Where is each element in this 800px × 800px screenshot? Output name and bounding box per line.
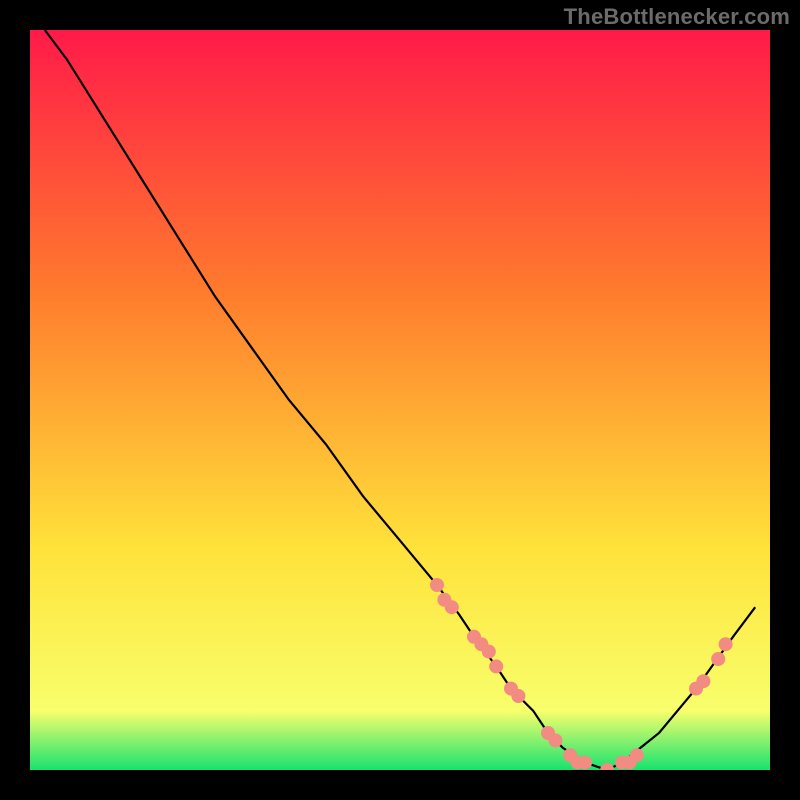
bottleneck-chart	[30, 30, 770, 770]
data-marker	[696, 674, 710, 688]
data-marker	[578, 756, 592, 770]
gradient-bg	[30, 30, 770, 770]
plot-area	[30, 30, 770, 770]
data-marker	[445, 600, 459, 614]
data-marker	[489, 659, 503, 673]
data-marker	[719, 637, 733, 651]
data-marker	[548, 733, 562, 747]
data-marker	[511, 689, 525, 703]
data-marker	[482, 645, 496, 659]
data-marker	[430, 578, 444, 592]
data-marker	[630, 748, 644, 762]
watermark: TheBottlenecker.com	[564, 4, 790, 30]
chart-frame: TheBottlenecker.com	[0, 0, 800, 800]
data-marker	[711, 652, 725, 666]
